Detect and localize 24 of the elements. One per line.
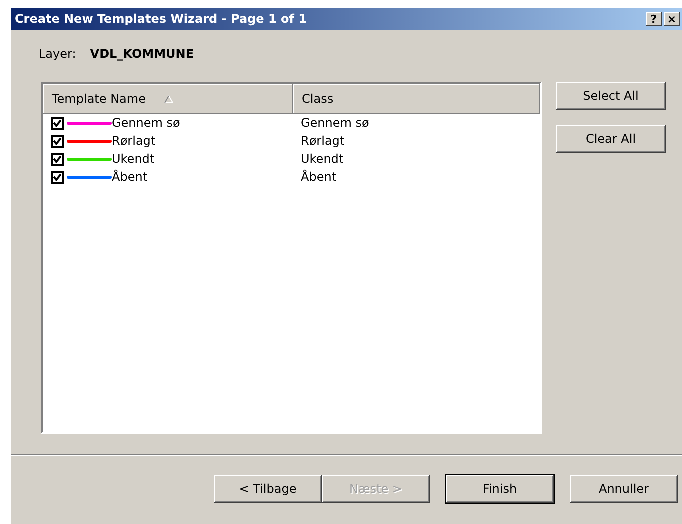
- finish-button[interactable]: Finish: [446, 475, 554, 503]
- layer-name: VDL_KOMMUNE: [90, 47, 194, 61]
- checkbox[interactable]: [51, 116, 64, 130]
- window-title: Create New Templates Wizard - Page 1 of 1: [15, 12, 308, 26]
- class-name: Gennem sø: [300, 116, 370, 130]
- class-name: Ukendt: [300, 152, 344, 166]
- back-button[interactable]: < Tilbage: [214, 475, 322, 503]
- checkbox[interactable]: [51, 134, 64, 148]
- class-name: Rørlagt: [300, 134, 345, 148]
- clear-all-button[interactable]: Clear All: [556, 125, 666, 153]
- class-name: Åbent: [300, 170, 337, 184]
- column-header[interactable]: Class: [293, 84, 540, 114]
- select-all-button[interactable]: Select All: [556, 82, 666, 110]
- template-name: Åbent: [112, 170, 148, 184]
- column-header[interactable]: Template Name: [43, 84, 293, 114]
- cancel-button[interactable]: Annuller: [570, 475, 678, 503]
- layer-label: Layer:: [39, 47, 76, 61]
- template-name: Gennem sø: [112, 116, 180, 130]
- checkbox[interactable]: [51, 170, 64, 184]
- template-name: Ukendt: [112, 152, 155, 166]
- help-button[interactable]: ?: [646, 12, 662, 26]
- close-button[interactable]: ×: [664, 12, 680, 26]
- template-name: Rørlagt: [112, 134, 156, 148]
- checkbox[interactable]: [51, 152, 64, 166]
